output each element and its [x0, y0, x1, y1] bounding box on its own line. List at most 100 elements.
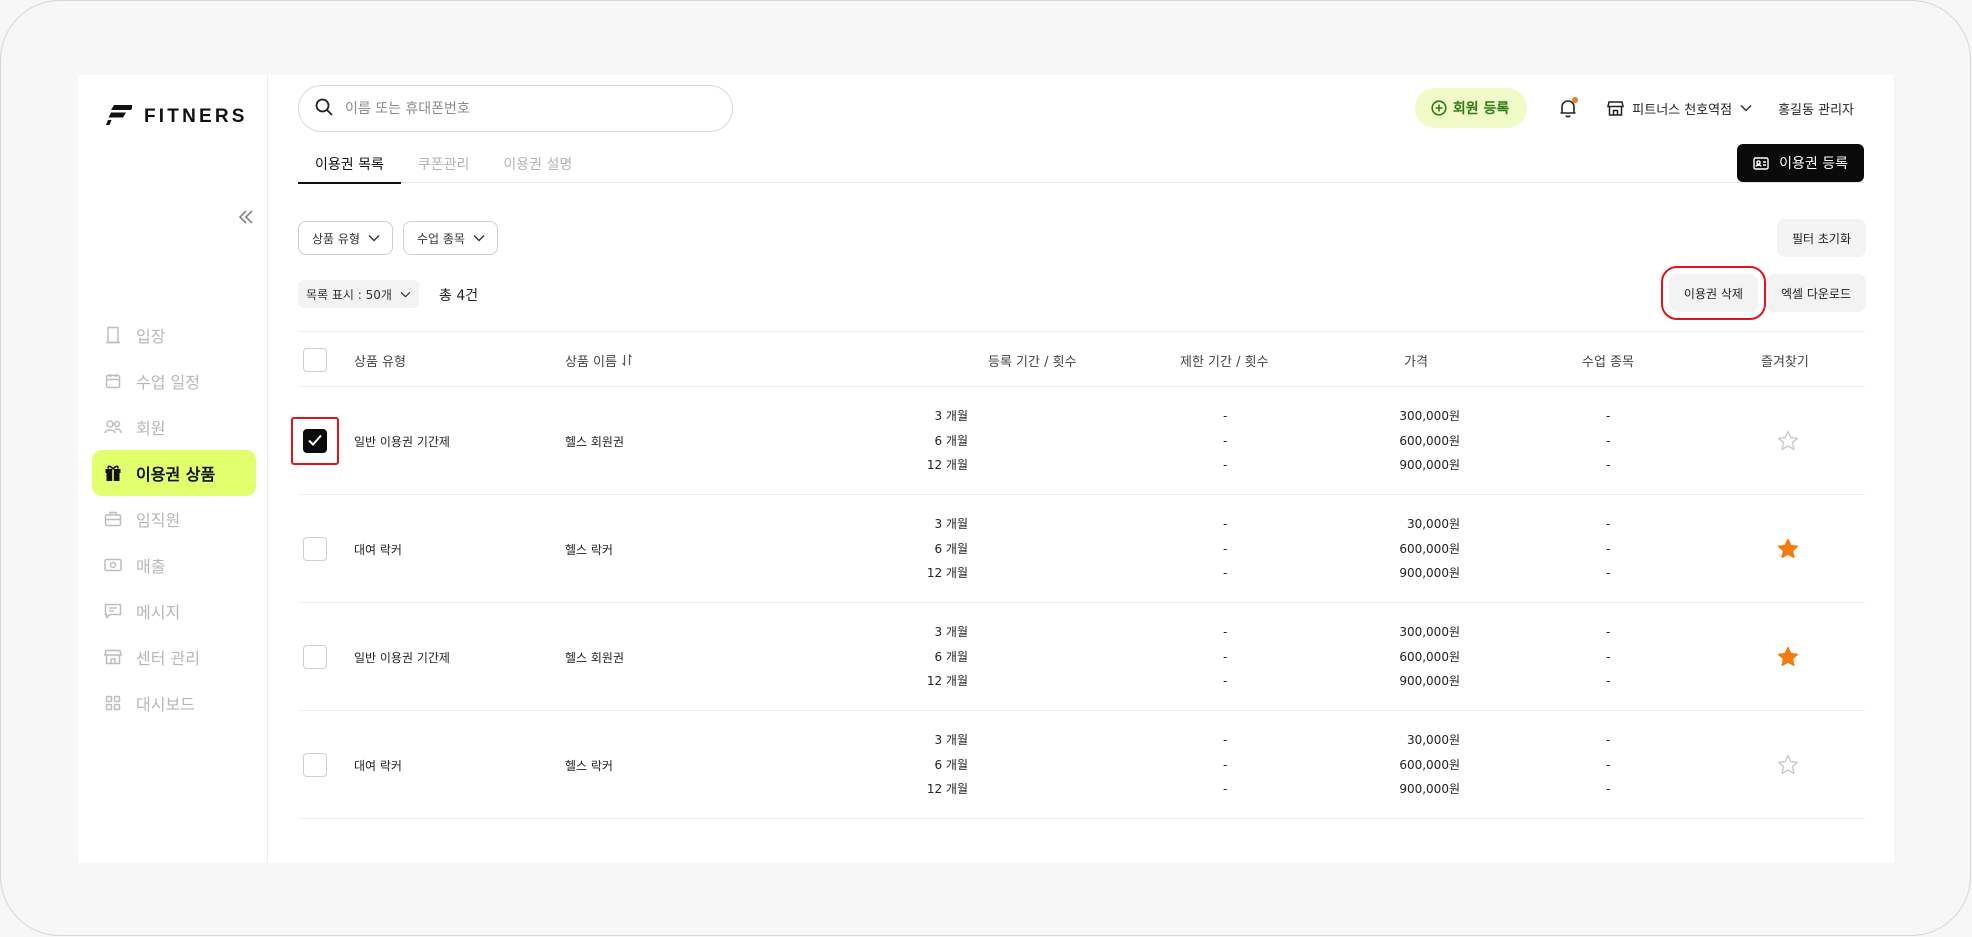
cell-limit-period: ---	[1223, 625, 1228, 688]
sidebar-item-messages[interactable]: 메시지	[92, 588, 256, 634]
table-header: 상품 유형 상품 이름 등록 기간 / 횟수 제한 기간 / 횟수 가격 수업 …	[298, 331, 1865, 387]
header-registration-period: 등록 기간 / 횟수	[988, 354, 1077, 370]
sidebar-item-center-management[interactable]: 센터 관리	[92, 634, 256, 680]
admin-profile[interactable]: 홍길동 관리자	[1778, 99, 1854, 118]
cell-product-name: 헬스 락커	[565, 759, 613, 773]
sort-icon	[621, 354, 633, 366]
cell-product-type: 대여 락커	[354, 759, 402, 773]
row-checkbox[interactable]	[303, 753, 327, 777]
sidebar-item-entry[interactable]: 입장	[92, 312, 256, 358]
store-icon	[104, 648, 122, 666]
table-row[interactable]: 일반 이용권 기간제 헬스 회원권 3 개월 6 개월 12 개월 --- 300,…	[298, 603, 1865, 711]
cell-price: 300,000원 600,000원 900,000원	[1399, 625, 1460, 688]
dashboard-icon	[104, 694, 122, 712]
class-type-filter[interactable]: 수업 종목	[402, 221, 498, 255]
sidebar-collapse-button[interactable]	[236, 207, 256, 227]
sidebar: FITNERS 입장 수업 일정 회원 이용권 상품 임직원 매출 메시지 센터…	[78, 75, 268, 863]
pass-register-button[interactable]: 이용권 등록	[1737, 144, 1864, 182]
favorite-star-outline-icon[interactable]	[1776, 753, 1800, 777]
row-checkbox[interactable]	[303, 537, 327, 561]
message-icon	[104, 602, 122, 620]
cell-class-type: ---	[1606, 733, 1611, 796]
excel-download-button[interactable]: 엑셀 다운로드	[1765, 274, 1866, 312]
page-size-select[interactable]: 목록 표시 : 50개	[298, 280, 419, 308]
select-all-checkbox[interactable]	[303, 348, 327, 372]
id-card-icon	[1753, 156, 1769, 170]
cell-class-type: ---	[1606, 625, 1611, 688]
briefcase-icon	[104, 510, 122, 528]
fitners-logo-icon	[106, 105, 134, 129]
sidebar-item-dashboard[interactable]: 대시보드	[92, 680, 256, 726]
tab-pass-list[interactable]: 이용권 목록	[298, 145, 401, 184]
cell-limit-period: ---	[1223, 517, 1228, 580]
cell-limit-period: ---	[1223, 409, 1228, 472]
sidebar-item-class-schedule[interactable]: 수업 일정	[92, 358, 256, 404]
search-bar[interactable]	[298, 85, 733, 132]
main-content: 회원 등록 피트너스 천호역점 홍길동 관리자 이용권 목록 쿠	[291, 75, 1894, 863]
gift-icon	[104, 464, 122, 482]
check-icon	[307, 432, 323, 451]
favorite-star-filled-icon[interactable]	[1776, 645, 1800, 669]
filter-reset-button[interactable]: 필터 초기화	[1776, 219, 1866, 257]
row-checkbox[interactable]	[303, 429, 327, 453]
sidebar-item-members[interactable]: 회원	[92, 404, 256, 450]
cell-limit-period: ---	[1223, 733, 1228, 796]
tab-pass-description[interactable]: 이용권 설명	[486, 145, 589, 183]
store-icon	[1607, 100, 1625, 116]
member-register-button[interactable]: 회원 등록	[1414, 88, 1528, 128]
header-product-type: 상품 유형	[354, 354, 406, 370]
money-icon	[104, 556, 122, 574]
product-type-filter[interactable]: 상품 유형	[298, 221, 393, 255]
cell-class-type: ---	[1606, 517, 1611, 580]
header-limit-period: 제한 기간 / 횟수	[1180, 354, 1269, 370]
cell-registration-period: 3 개월 6 개월 12 개월	[926, 625, 968, 688]
pass-table: 상품 유형 상품 이름 등록 기간 / 횟수 제한 기간 / 횟수 가격 수업 …	[291, 331, 1865, 819]
center-selector[interactable]: 피트너스 천호역점	[1607, 99, 1752, 118]
sidebar-item-passes[interactable]: 이용권 상품	[92, 450, 256, 496]
cell-product-name: 헬스 회원권	[565, 651, 625, 665]
chevron-down-icon	[400, 291, 411, 298]
plus-circle-icon	[1431, 100, 1447, 116]
tab-coupon-management[interactable]: 쿠폰관리	[401, 145, 487, 183]
table-row[interactable]: 대여 락커 헬스 락커 3 개월 6 개월 12 개월 --- 30,000원 600…	[298, 711, 1865, 819]
pass-delete-button[interactable]: 이용권 삭제	[1660, 266, 1766, 320]
row-checkbox[interactable]	[303, 645, 327, 669]
cell-product-name: 헬스 회원권	[565, 435, 625, 449]
cell-registration-period: 3 개월 6 개월 12 개월	[926, 409, 968, 472]
tab-bar: 이용권 목록 쿠폰관리 이용권 설명	[298, 145, 1864, 184]
cell-price: 300,000원 600,000원 900,000원	[1399, 409, 1460, 472]
filter-bar: 상품 유형 수업 종목	[298, 221, 508, 255]
double-chevron-left-icon	[236, 210, 256, 231]
app-window: FITNERS 입장 수업 일정 회원 이용권 상품 임직원 매출 메시지 센터…	[78, 75, 1894, 863]
cell-class-type: ---	[1606, 409, 1611, 472]
header-favorite: 즐겨찾기	[1761, 354, 1809, 370]
search-icon	[315, 98, 333, 120]
header-actions: 회원 등록 피트너스 천호역점 홍길동 관리자	[1414, 88, 1894, 128]
notification-button[interactable]	[1557, 97, 1579, 119]
sidebar-item-staff[interactable]: 임직원	[92, 496, 256, 542]
cell-product-type: 일반 이용권 기간제	[354, 651, 450, 665]
header-product-name[interactable]: 상품 이름	[565, 332, 633, 388]
header-price: 가격	[1404, 354, 1428, 370]
brand-name: FITNERS	[144, 106, 248, 127]
sidebar-nav: 입장 수업 일정 회원 이용권 상품 임직원 매출 메시지 센터 관리 대시보드	[92, 312, 256, 726]
search-input[interactable]	[345, 100, 705, 117]
table-row[interactable]: 일반 이용권 기간제 헬스 회원권 3 개월 6 개월 12 개월 --- 300,…	[291, 387, 1865, 495]
favorite-star-outline-icon[interactable]	[1776, 429, 1800, 453]
sidebar-item-sales[interactable]: 매출	[92, 542, 256, 588]
calendar-icon	[104, 372, 122, 390]
cell-product-name: 헬스 락커	[565, 543, 613, 557]
brand-logo[interactable]: FITNERS	[106, 105, 248, 129]
members-icon	[104, 418, 122, 436]
cell-price: 30,000원 600,000원 900,000원	[1399, 517, 1460, 580]
total-count: 총 4건	[439, 288, 479, 304]
table-row[interactable]: 대여 락커 헬스 락커 3 개월 6 개월 12 개월 --- 30,000원 600…	[298, 495, 1865, 603]
chevron-down-icon	[368, 234, 380, 242]
cell-product-type: 대여 락커	[354, 543, 402, 557]
header-class-type: 수업 종목	[1582, 354, 1634, 370]
table-actions: 이용권 삭제 엑셀 다운로드	[1660, 266, 1866, 320]
cell-registration-period: 3 개월 6 개월 12 개월	[926, 733, 968, 796]
cell-price: 30,000원 600,000원 900,000원	[1399, 733, 1460, 796]
favorite-star-filled-icon[interactable]	[1776, 537, 1800, 561]
cell-product-type: 일반 이용권 기간제	[354, 435, 450, 449]
